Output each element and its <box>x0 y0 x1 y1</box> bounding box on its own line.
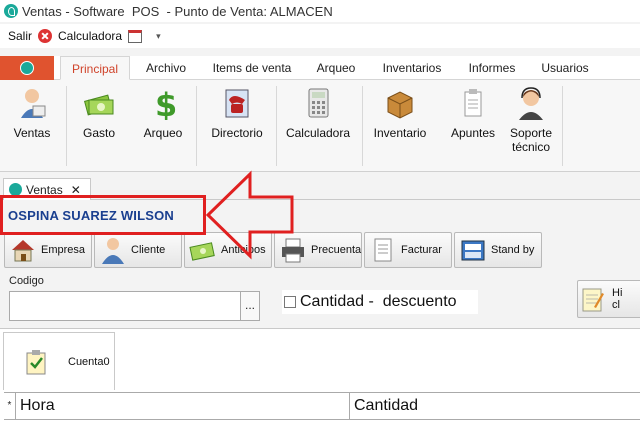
directorio-label: Directorio <box>211 126 263 140</box>
cashier-icon <box>15 86 49 120</box>
invoice-icon <box>374 238 392 262</box>
anticipos-label: Anticipos <box>221 244 266 256</box>
customize-dropdown-icon[interactable]: ▾ <box>156 31 161 42</box>
tab-informes[interactable]: Informes <box>460 56 524 80</box>
tab-cuenta0[interactable]: Cuenta0 <box>3 332 115 390</box>
history-button[interactable]: Hi cl <box>577 280 640 318</box>
precuenta-button[interactable]: Precuenta <box>274 232 362 268</box>
tab-usuarios[interactable]: Usuarios <box>532 56 598 80</box>
empresa-button[interactable]: Empresa <box>4 232 92 268</box>
soporte-tecnico-button[interactable]: Soporte técnico <box>506 86 556 166</box>
ventas-label: Ventas <box>13 126 51 140</box>
ribbon-separator <box>66 86 67 166</box>
ribbon-tabs: Principal Archivo Items de venta Arqueo … <box>0 56 640 80</box>
printer-icon <box>282 238 304 263</box>
title-bar: Ventas - Software POS - Punto de Venta: … <box>0 0 640 22</box>
svg-text:$: $ <box>155 86 177 120</box>
box-icon <box>383 86 417 120</box>
column-header-cantidad[interactable]: Cantidad <box>350 393 640 419</box>
archive-icon <box>461 240 485 261</box>
cantidad-descuento-label: Cantidad - descuento <box>300 293 457 310</box>
app-menu-icon <box>20 61 34 75</box>
stand-by-label: Stand by <box>491 244 535 256</box>
exit-button[interactable]: Salir <box>8 29 32 43</box>
apuntes-label: Apuntes <box>450 126 496 140</box>
gasto-label: Gasto <box>82 126 115 140</box>
person-icon <box>102 238 124 264</box>
calendar-icon[interactable] <box>128 29 143 43</box>
column-header-hora[interactable]: Hora <box>16 393 350 419</box>
history-label: Hi cl <box>612 287 623 311</box>
directorio-button[interactable]: Directorio <box>206 86 268 166</box>
new-row-marker: * <box>4 393 16 419</box>
clipboard-check-icon <box>26 349 46 374</box>
tab-arqueo[interactable]: Arqueo <box>308 56 364 80</box>
ribbon-separator <box>196 86 197 166</box>
cantidad-descuento-checkbox[interactable]: Cantidad - descuento <box>282 290 478 314</box>
facturar-label: Facturar <box>401 244 442 256</box>
support-agent-icon <box>514 86 548 120</box>
calculadora-label: Calculadora <box>285 126 351 140</box>
tab-principal[interactable]: Principal <box>60 56 130 80</box>
notes-icon <box>456 86 490 120</box>
checkbox-box[interactable] <box>284 296 296 308</box>
apuntes-button[interactable]: Apuntes <box>446 86 500 166</box>
soporte-tecnico-label: Soporte técnico <box>509 126 553 154</box>
codigo-input[interactable] <box>9 291 241 321</box>
tab-inventarios[interactable]: Inventarios <box>374 56 450 80</box>
tab-archivo[interactable]: Archivo <box>138 56 194 80</box>
empresa-label: Empresa <box>41 244 86 256</box>
items-grid-header: * Hora Cantidad <box>4 392 640 420</box>
cuenta-label: Cuenta0 <box>68 355 110 368</box>
dollar-icon: $ <box>146 86 180 120</box>
money-icon <box>189 242 215 261</box>
calculator-icon <box>301 86 335 120</box>
calculator-quick-button[interactable]: Calculadora <box>58 29 122 43</box>
sale-toolbar: Empresa Cliente Anticipos Precuenta Fact… <box>0 230 640 270</box>
quick-access-toolbar: Salir Calculadora ▾ <box>0 24 640 48</box>
facturar-button[interactable]: Facturar <box>364 232 452 268</box>
search-code-button[interactable]: ... <box>240 291 260 321</box>
arqueo-button[interactable]: $ Arqueo <box>140 86 186 166</box>
inventario-button[interactable]: Inventario <box>370 86 430 166</box>
gasto-button[interactable]: Gasto <box>76 86 122 166</box>
ventas-button[interactable]: Ventas <box>8 86 56 166</box>
cliente-button[interactable]: Cliente <box>94 232 182 268</box>
inventario-label: Inventario <box>373 126 427 140</box>
ribbon-separator <box>276 86 277 166</box>
stand-by-button[interactable]: Stand by <box>454 232 542 268</box>
phone-book-icon <box>220 86 254 120</box>
ribbon-separator <box>362 86 363 166</box>
app-logo-icon <box>4 4 18 18</box>
window-title: Ventas - Software POS - Punto de Venta: … <box>22 3 333 19</box>
notepad-icon <box>582 288 604 312</box>
house-icon <box>12 240 34 262</box>
precuenta-label: Precuenta <box>311 244 362 256</box>
ribbon-separator <box>562 86 563 166</box>
ribbon-panel: Ventas Gasto $ Arqueo Directorio Calcula… <box>0 80 640 172</box>
file-menu-button[interactable] <box>0 56 54 80</box>
anticipos-button[interactable]: Anticipos <box>184 232 272 268</box>
annotation-highlight-box <box>0 195 206 235</box>
arqueo-label: Arqueo <box>143 126 183 140</box>
money-stack-icon <box>82 86 116 120</box>
codigo-label: Codigo <box>9 275 44 287</box>
calculadora-button[interactable]: Calculadora <box>282 86 354 166</box>
tab-items-de-venta[interactable]: Items de venta <box>204 56 300 80</box>
close-circle-icon[interactable] <box>38 29 53 43</box>
cliente-label: Cliente <box>131 244 166 256</box>
